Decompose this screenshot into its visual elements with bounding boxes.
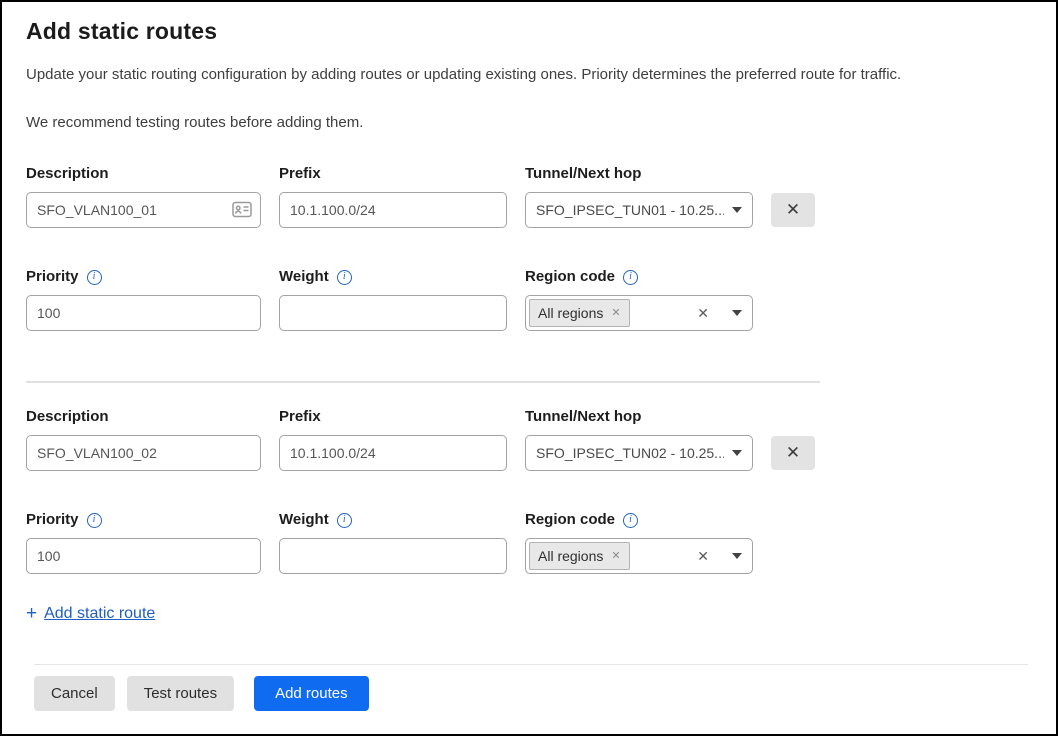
priority-label: Priority [26, 510, 79, 530]
chevron-down-icon [732, 207, 742, 213]
prefix-field-1: Prefix [279, 164, 507, 228]
add-static-route-link[interactable]: + Add static route [26, 604, 155, 623]
chevron-down-icon [732, 450, 742, 456]
clear-selection-icon[interactable]: ✕ [697, 305, 709, 322]
add-static-route-label: Add static route [44, 605, 155, 623]
intro-text: Update your static routing configuration… [26, 66, 1032, 83]
chevron-down-icon [732, 553, 742, 559]
add-routes-button[interactable]: Add routes [254, 676, 369, 711]
plus-icon: + [26, 604, 37, 623]
routes-form: Description [26, 164, 1032, 624]
chip-remove-icon[interactable]: ✕ [611, 547, 620, 565]
region-multiselect[interactable]: All regions ✕ ✕ [525, 295, 753, 331]
route-section-2: Description Prefix Tunnel/Next hop SFO_I… [26, 407, 1032, 574]
prefix-label: Prefix [279, 164, 507, 184]
tunnel-label: Tunnel/Next hop [525, 164, 753, 184]
page-title: Add static routes [26, 18, 1032, 45]
info-icon[interactable]: i [623, 270, 638, 285]
priority-field-1: Priority i [26, 267, 261, 331]
region-tag-label: All regions [538, 547, 603, 565]
region-tag-label: All regions [538, 304, 603, 322]
tunnel-selected-value: SFO_IPSEC_TUN01 - 10.25... [536, 202, 724, 218]
prefix-field-2: Prefix [279, 407, 507, 471]
footer-actions: Cancel Test routes Add routes [34, 676, 1032, 711]
weight-input[interactable] [279, 295, 507, 331]
tunnel-select[interactable]: SFO_IPSEC_TUN01 - 10.25... [525, 192, 753, 228]
route-section-1: Description [26, 164, 1032, 331]
priority-label: Priority [26, 267, 79, 287]
description-label: Description [26, 407, 261, 427]
weight-field-1: Weight i [279, 267, 507, 331]
footer-divider [34, 664, 1028, 665]
priority-input[interactable] [26, 538, 261, 574]
contact-card-icon [232, 201, 252, 218]
info-icon[interactable]: i [337, 513, 352, 528]
info-icon[interactable]: i [623, 513, 638, 528]
region-field-1: Region code i All regions ✕ ✕ [525, 267, 753, 331]
test-routes-button[interactable]: Test routes [127, 676, 234, 711]
tunnel-selected-value: SFO_IPSEC_TUN02 - 10.25... [536, 445, 724, 461]
description-field-1: Description [26, 164, 261, 228]
weight-label: Weight [279, 510, 329, 530]
info-icon[interactable]: i [337, 270, 352, 285]
region-field-2: Region code i All regions ✕ ✕ [525, 510, 753, 574]
tunnel-field-2: Tunnel/Next hop SFO_IPSEC_TUN02 - 10.25.… [525, 407, 753, 471]
prefix-input[interactable] [279, 192, 507, 228]
priority-field-2: Priority i [26, 510, 261, 574]
info-icon[interactable]: i [87, 270, 102, 285]
prefix-input[interactable] [279, 435, 507, 471]
priority-input[interactable] [26, 295, 261, 331]
weight-label: Weight [279, 267, 329, 287]
weight-input[interactable] [279, 538, 507, 574]
tunnel-select[interactable]: SFO_IPSEC_TUN02 - 10.25... [525, 435, 753, 471]
prefix-label: Prefix [279, 407, 507, 427]
add-static-routes-dialog: Add static routes Update your static rou… [0, 0, 1058, 736]
info-icon[interactable]: i [87, 513, 102, 528]
remove-route-button[interactable]: ✕ [771, 193, 815, 227]
tunnel-field-1: Tunnel/Next hop SFO_IPSEC_TUN01 - 10.25.… [525, 164, 753, 228]
region-code-label: Region code [525, 267, 615, 287]
description-input[interactable] [26, 435, 261, 471]
cancel-button[interactable]: Cancel [34, 676, 115, 711]
region-tag-chip: All regions ✕ [529, 542, 630, 570]
region-tag-chip: All regions ✕ [529, 299, 630, 327]
clear-selection-icon[interactable]: ✕ [697, 548, 709, 565]
chevron-down-icon [732, 310, 742, 316]
region-multiselect[interactable]: All regions ✕ ✕ [525, 538, 753, 574]
chip-remove-icon[interactable]: ✕ [611, 304, 620, 322]
tunnel-label: Tunnel/Next hop [525, 407, 753, 427]
description-label: Description [26, 164, 261, 184]
description-field-2: Description [26, 407, 261, 471]
remove-route-button[interactable]: ✕ [771, 436, 815, 470]
description-input[interactable] [26, 192, 261, 228]
note-text: We recommend testing routes before addin… [26, 114, 1032, 131]
section-divider [26, 381, 820, 383]
weight-field-2: Weight i [279, 510, 507, 574]
region-code-label: Region code [525, 510, 615, 530]
